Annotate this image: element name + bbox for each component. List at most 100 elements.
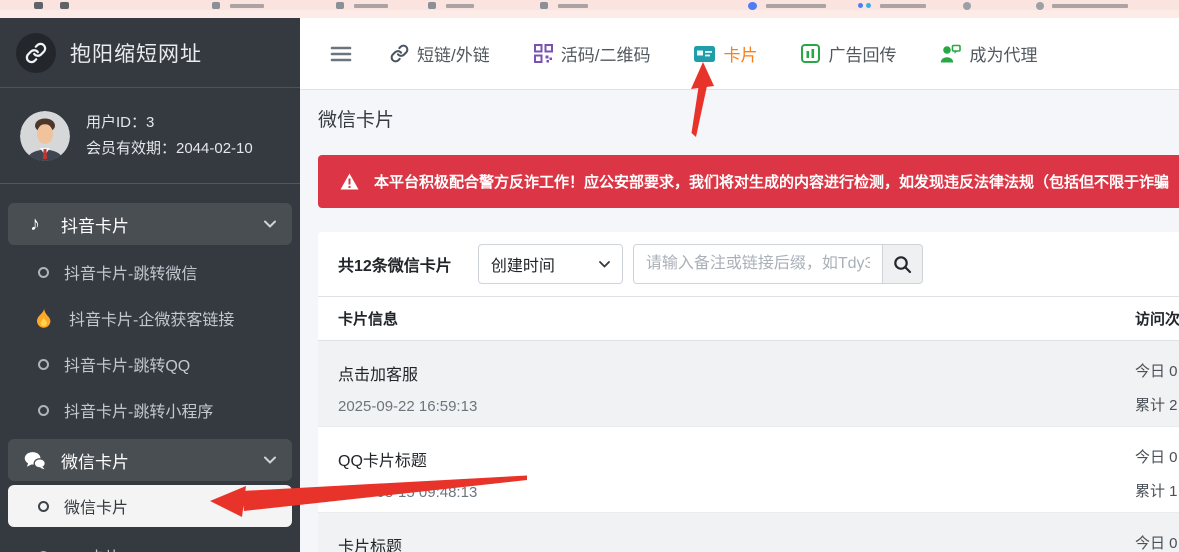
card-title: 点击加客服 [338, 361, 1159, 385]
bookmark-label-fragment[interactable] [558, 4, 588, 8]
column-card-info: 卡片信息 [338, 308, 398, 329]
bookmark-favicon[interactable] [866, 3, 871, 8]
search-group [633, 244, 923, 284]
user-id: 用户ID：3 [86, 110, 253, 136]
search-icon [893, 255, 912, 274]
tiktok-icon: ♪ [24, 214, 46, 234]
sidebar-item-wechat-card-active[interactable]: 微信卡片 [8, 485, 292, 527]
membership-expiry: 会员有效期：2044-02-10 [86, 136, 253, 162]
hamburger-menu-icon[interactable] [330, 44, 352, 64]
sidebar-item-label: 抖音卡片-跳转QQ [64, 352, 190, 376]
column-visits: 访问次数 [1135, 308, 1179, 329]
agent-icon [940, 44, 961, 63]
table-row[interactable]: QQ卡片标题 2025-08-15 09:48:13 今日 0 累计 1 [318, 427, 1179, 513]
bookmark-favicon[interactable] [428, 2, 436, 9]
sidebar: 抱阳缩短网址 用户ID：3 [0, 18, 300, 552]
bookmark-favicon[interactable] [963, 2, 971, 10]
sidebar-item-douyin-qiwei[interactable]: 抖音卡片-企微获客链接 [0, 295, 300, 341]
warning-triangle-icon [340, 173, 359, 190]
sidebar-item-label: 抖音卡片 [61, 212, 129, 237]
visits-total: 累计 2 [1135, 394, 1178, 415]
bookmark-label-fragment[interactable] [354, 4, 388, 8]
chevron-down-icon [264, 456, 276, 464]
app-window: 抱阳缩短网址 用户ID：3 [0, 0, 1179, 552]
bookmark-favicon[interactable] [540, 2, 548, 9]
nav-label: 活码/二维码 [561, 41, 651, 66]
list-toolbar: 共12条微信卡片 创建时间 [318, 232, 1179, 296]
sidebar-item-wechat-card-group[interactable]: 微信卡片 [8, 439, 292, 481]
bookmark-favicon[interactable] [1036, 2, 1044, 10]
brand-title: 抱阳缩短网址 [70, 38, 202, 68]
table-header: 卡片信息 访问次数 [318, 296, 1179, 341]
user-panel: 用户ID：3 会员有效期：2044-02-10 [0, 88, 300, 162]
circle-bullet-icon [38, 359, 49, 370]
card-created-date: 2025-09-22 16:59:13 [338, 398, 1159, 415]
banner-text: 本平台积极配合警方反诈工作！应公安部要求，我们将对生成的内容进行检测，如发现违反… [374, 171, 1169, 192]
nav-item-short-links[interactable]: 短链/外链 [390, 41, 490, 66]
cards-panel: 共12条微信卡片 创建时间 [318, 232, 1179, 552]
card-title: 卡片标题 [338, 533, 1159, 552]
visits-today: 今日 0 [1135, 360, 1178, 381]
card-title: QQ卡片标题 [338, 447, 1159, 471]
circle-bullet-icon [38, 405, 49, 416]
nav-item-become-agent[interactable]: 成为代理 [940, 41, 1037, 66]
bookmark-favicon[interactable] [748, 2, 757, 10]
link-icon [16, 33, 56, 73]
table-row[interactable]: 点击加客服 2025-09-22 16:59:13 今日 0 累计 2 [318, 341, 1179, 427]
bookmark-label-fragment[interactable] [230, 4, 264, 8]
qrcode-icon [534, 44, 553, 63]
bookmark-label-fragment[interactable] [766, 4, 826, 8]
top-navbar: 短链/外链 活码/二维码 [300, 18, 1179, 90]
bookmark-favicon[interactable] [858, 3, 863, 8]
visit-stats: 今日 0 [1135, 532, 1178, 552]
sidebar-item-douyin-miniprogram[interactable]: 抖音卡片-跳转小程序 [0, 387, 300, 433]
sidebar-item-label: 抖音卡片-企微获客链接 [69, 306, 234, 330]
ad-report-icon [801, 44, 820, 63]
bookmark-favicon[interactable] [336, 2, 344, 9]
content-area: 微信卡片 本平台积极配合警方反诈工作！应公安部要求，我们将对生成的内容进行检测，… [300, 90, 1179, 552]
circle-bullet-icon [38, 501, 49, 512]
fire-icon [32, 308, 54, 328]
nav-label: 广告回传 [828, 41, 896, 66]
sort-select-value: 创建时间 [491, 252, 555, 276]
card-icon [694, 46, 715, 62]
nav-item-ad-report[interactable]: 广告回传 [801, 41, 896, 66]
bookmark-label-fragment[interactable] [1052, 4, 1128, 8]
apps-grid-icon[interactable] [34, 2, 43, 9]
sidebar-item-label: QQ卡片 [64, 544, 121, 552]
nav-label: 卡片 [723, 41, 757, 66]
bookmarks-row [0, 0, 1179, 10]
link-icon [390, 44, 409, 63]
visits-total: 累计 1 [1135, 480, 1178, 501]
chevron-down-icon [599, 261, 610, 268]
card-created-date: 2025-08-15 09:48:13 [338, 484, 1159, 501]
nav-item-qrcode[interactable]: 活码/二维码 [534, 41, 651, 66]
visit-stats: 今日 0 累计 2 [1135, 360, 1178, 415]
sidebar-item-qq-card[interactable]: QQ卡片 [0, 533, 300, 552]
bookmark-label-fragment[interactable] [880, 4, 926, 8]
sidebar-item-douyin-card[interactable]: ♪ 抖音卡片 [8, 203, 292, 245]
nav-label: 短链/外链 [417, 41, 490, 66]
sidebar-item-label: 抖音卡片-跳转微信 [64, 260, 197, 284]
page-title: 微信卡片 [318, 105, 394, 132]
sidebar-item-label: 抖音卡片-跳转小程序 [64, 398, 213, 422]
visits-today: 今日 0 [1135, 532, 1178, 552]
sort-select[interactable]: 创建时间 [478, 244, 623, 284]
search-button[interactable] [883, 244, 923, 284]
visits-today: 今日 0 [1135, 446, 1178, 467]
bookmark-favicon[interactable] [212, 2, 220, 9]
bookmark-label-fragment[interactable] [446, 4, 474, 8]
visit-stats: 今日 0 累计 1 [1135, 446, 1178, 501]
chevron-down-icon [264, 220, 276, 228]
sidebar-item-douyin-to-wechat[interactable]: 抖音卡片-跳转微信 [0, 249, 300, 295]
bookmark-favicon[interactable] [60, 2, 69, 9]
browser-bookmarks-bar [0, 0, 1179, 18]
table-row[interactable]: 卡片标题 今日 0 [318, 513, 1179, 552]
search-input[interactable] [633, 244, 883, 284]
nav-item-cards[interactable]: 卡片 [694, 41, 757, 66]
wechat-icon [24, 451, 46, 470]
nav-label: 成为代理 [969, 41, 1037, 66]
sidebar-item-douyin-to-qq[interactable]: 抖音卡片-跳转QQ [0, 341, 300, 387]
card-count-label: 共12条微信卡片 [338, 252, 452, 276]
brand[interactable]: 抱阳缩短网址 [0, 18, 300, 88]
